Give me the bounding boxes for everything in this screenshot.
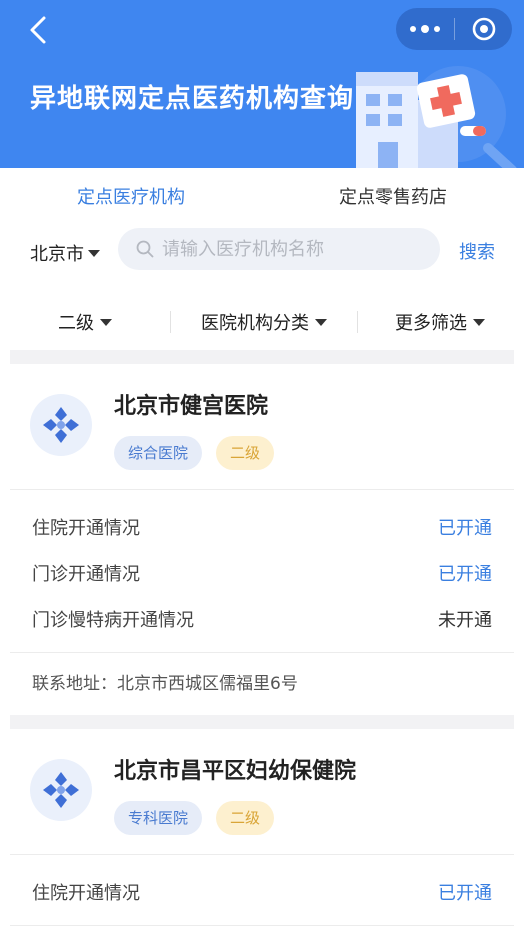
back-button[interactable] bbox=[22, 12, 58, 48]
institution-card[interactable]: 北京市健宫医院 综合医院 二级 住院开通情况 已开通 门诊开通情况 已开通 门诊… bbox=[10, 364, 514, 715]
medical-insurance-logo-icon bbox=[30, 394, 92, 456]
status-badge: 已开通 bbox=[438, 564, 492, 585]
service-label: 门诊开通情况 bbox=[32, 564, 140, 585]
caret-down-icon bbox=[100, 318, 112, 326]
service-list: 住院开通情况 已开通 门诊开通情况 已开通 门诊慢特病开通情况 未开通 bbox=[10, 490, 514, 653]
status-badge: 已开通 bbox=[438, 518, 492, 539]
filter-category[interactable]: 医院机构分类 bbox=[171, 309, 357, 335]
hospital-illustration-icon bbox=[356, 66, 517, 168]
mini-program-capsule bbox=[396, 8, 512, 50]
search-input[interactable] bbox=[162, 238, 422, 260]
service-list: 住院开通情况 已开通 bbox=[10, 855, 514, 926]
more-button[interactable] bbox=[396, 8, 454, 50]
filter-more-label: 更多筛选 bbox=[395, 313, 467, 334]
type-badge: 专科医院 bbox=[114, 801, 203, 835]
contact-address: 联系地址：北京市西城区儒福里6号 bbox=[32, 674, 298, 694]
filter-level[interactable]: 二级 bbox=[0, 309, 170, 335]
tag-group: 综合医院 二级 bbox=[114, 436, 275, 470]
city-label: 北京市 bbox=[30, 244, 84, 265]
caret-down-icon bbox=[473, 318, 485, 326]
institution-name: 北京市健宫医院 bbox=[114, 394, 269, 419]
card-header: 北京市健宫医院 综合医院 二级 bbox=[10, 364, 514, 490]
tab-retail-pharmacies[interactable]: 定点零售药店 bbox=[262, 168, 524, 228]
city-select[interactable]: 北京市 bbox=[30, 240, 100, 266]
institution-card[interactable]: 北京市昌平区妇幼保健院 专科医院 二级 住院开通情况 已开通 bbox=[10, 729, 514, 926]
tag-group: 专科医院 二级 bbox=[114, 801, 275, 835]
filter-level-label: 二级 bbox=[58, 313, 94, 334]
filter-category-label: 医院机构分类 bbox=[201, 313, 309, 334]
tab-bar: 定点医疗机构 定点零售药店 bbox=[0, 168, 524, 228]
type-badge: 综合医院 bbox=[114, 436, 203, 470]
caret-down-icon bbox=[315, 318, 327, 326]
search-button[interactable]: 搜索 bbox=[459, 238, 495, 264]
service-label: 住院开通情况 bbox=[32, 883, 140, 904]
list-item: 住院开通情况 已开通 bbox=[10, 504, 514, 550]
institution-name: 北京市昌平区妇幼保健院 bbox=[114, 759, 357, 784]
card-header: 北京市昌平区妇幼保健院 专科医院 二级 bbox=[10, 729, 514, 855]
medical-insurance-logo-icon bbox=[30, 759, 92, 821]
page-title: 异地联网定点医药机构查询 bbox=[30, 84, 355, 114]
service-label: 住院开通情况 bbox=[32, 518, 140, 539]
chevron-left-icon bbox=[30, 16, 46, 44]
status-badge: 未开通 bbox=[438, 610, 492, 631]
list-item: 门诊慢特病开通情况 未开通 bbox=[10, 596, 514, 642]
search-icon bbox=[136, 240, 154, 258]
search-box[interactable] bbox=[118, 228, 440, 270]
section-divider bbox=[10, 715, 514, 729]
close-button[interactable] bbox=[455, 8, 512, 50]
section-divider bbox=[10, 350, 514, 364]
list-item: 住院开通情况 已开通 bbox=[10, 869, 514, 915]
header-banner: 异地联网定点医药机构查询 bbox=[0, 0, 524, 168]
page: 异地联网定点医药机构查询 定点医疗机构 定点零售药店 北京市 请输入医疗机构名称… bbox=[0, 0, 524, 945]
tab-medical-institutions[interactable]: 定点医疗机构 bbox=[0, 168, 262, 228]
filter-more[interactable]: 更多筛选 bbox=[358, 309, 522, 335]
status-badge: 已开通 bbox=[438, 883, 492, 904]
level-badge: 二级 bbox=[216, 436, 275, 470]
list-item: 门诊开通情况 已开通 bbox=[10, 550, 514, 596]
target-icon bbox=[472, 17, 495, 41]
more-dots-icon bbox=[410, 26, 416, 32]
caret-down-icon bbox=[88, 249, 100, 257]
filter-row: 二级 医院机构分类 更多筛选 bbox=[0, 294, 524, 350]
service-label: 门诊慢特病开通情况 bbox=[32, 610, 194, 631]
level-badge: 二级 bbox=[216, 801, 275, 835]
search-row: 北京市 搜索 bbox=[0, 228, 524, 294]
